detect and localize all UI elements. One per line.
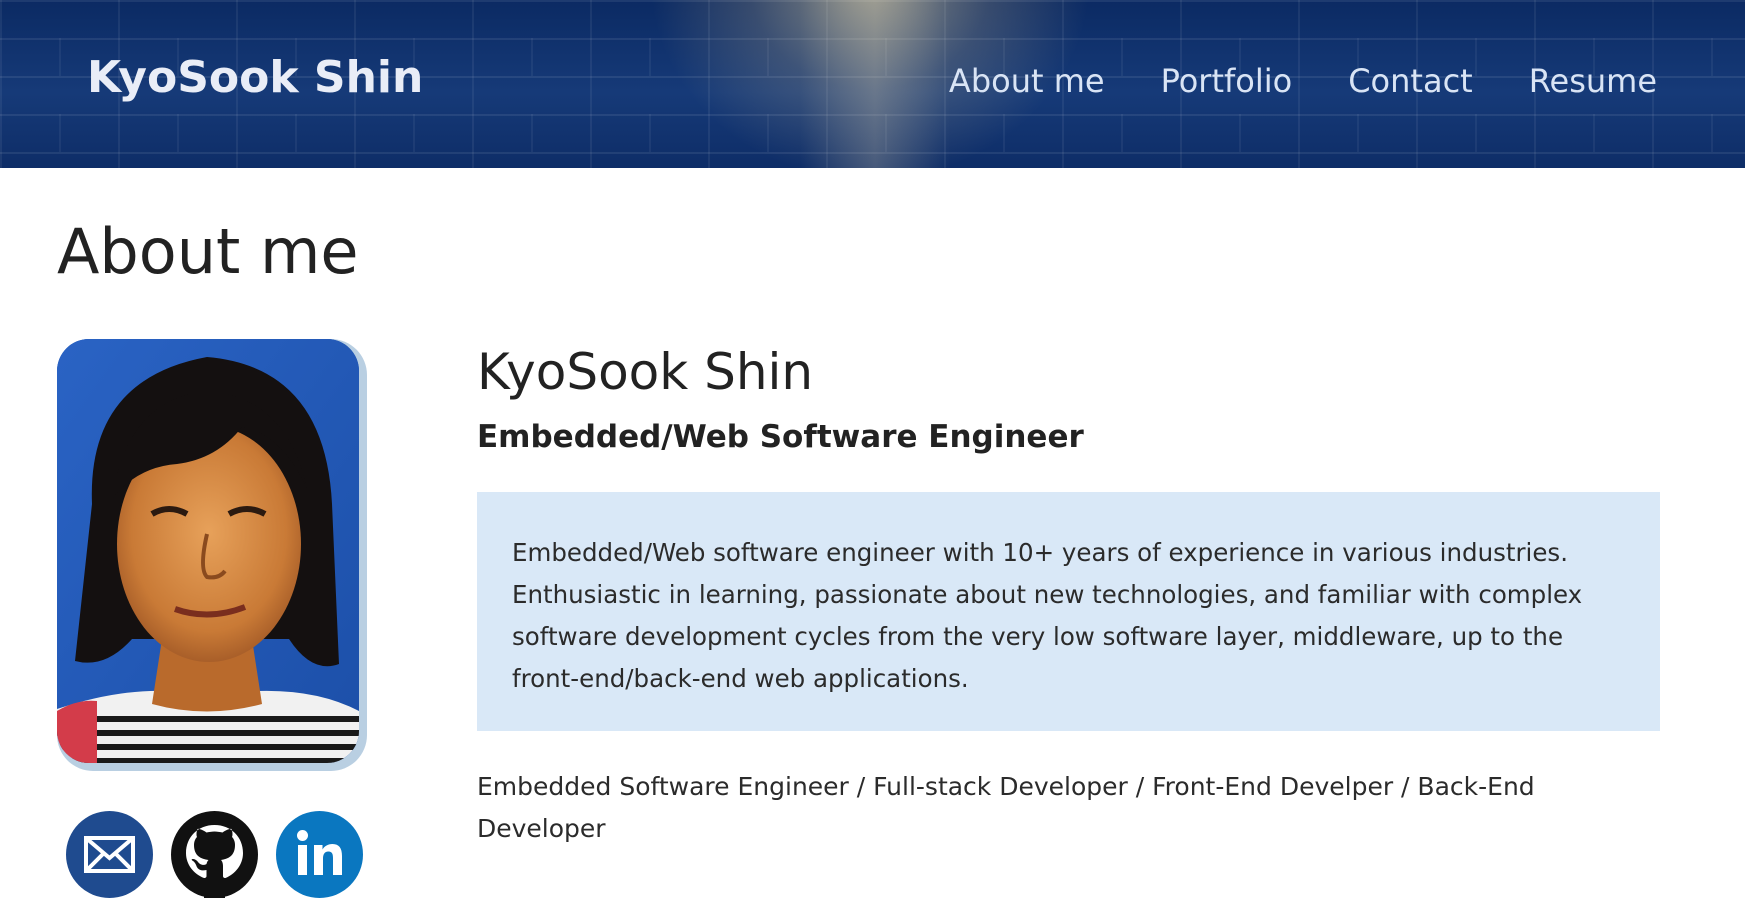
profile-photo <box>57 339 359 763</box>
spotlight-glow <box>800 0 950 168</box>
main-nav: About me Portfolio Contact Resume <box>949 62 1657 100</box>
nav-link-contact[interactable]: Contact <box>1348 62 1473 100</box>
profile-photo-illustration <box>57 339 359 763</box>
linkedin-icon[interactable] <box>276 811 363 898</box>
nav-link-resume[interactable]: Resume <box>1529 62 1657 100</box>
profile-photo-frame <box>57 339 367 771</box>
brand-logo-link[interactable]: KyoSook Shin <box>87 52 423 103</box>
summary-box: Embedded/Web software engineer with 10+ … <box>477 492 1660 731</box>
email-icon[interactable] <box>66 811 153 898</box>
page-title: About me <box>57 215 359 288</box>
job-titles-list: Embedded Software Engineer / Full-stack … <box>477 772 1535 843</box>
profile-name: KyoSook Shin <box>477 343 814 401</box>
nav-link-portfolio[interactable]: Portfolio <box>1161 62 1293 100</box>
site-header: KyoSook Shin About me Portfolio Contact … <box>0 0 1745 168</box>
nav-link-about-me[interactable]: About me <box>949 62 1105 100</box>
github-icon[interactable] <box>171 811 258 898</box>
summary-text: Embedded/Web software engineer with 10+ … <box>512 538 1583 693</box>
social-links <box>66 811 363 898</box>
profile-role: Embedded/Web Software Engineer <box>477 419 1084 455</box>
